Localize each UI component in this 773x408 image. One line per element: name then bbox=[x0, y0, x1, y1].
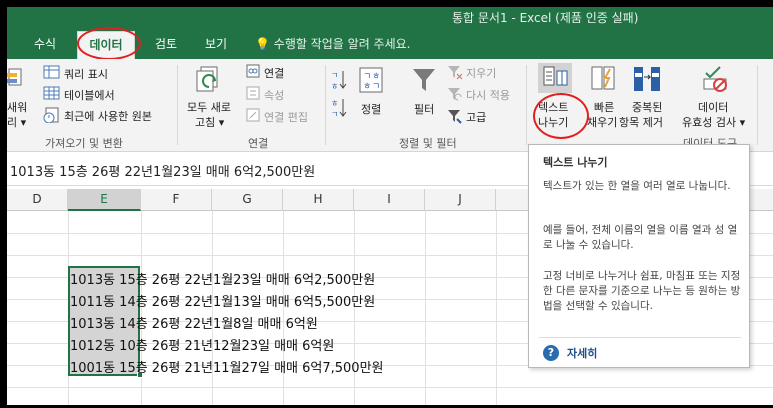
grid-line bbox=[496, 211, 497, 405]
show-queries-label: 쿼리 표시 bbox=[64, 68, 108, 81]
title-bar: 통합 문서1 - Excel (제품 인증 실패) 수식 데이터 검토 보기 💡… bbox=[7, 7, 773, 59]
column-header-e[interactable]: E bbox=[68, 189, 141, 211]
advanced-filter-icon bbox=[448, 110, 462, 124]
new-query-label-2: 리 ▾ bbox=[7, 116, 27, 129]
document-title: 통합 문서1 - Excel (제품 인증 실패) bbox=[452, 11, 639, 25]
data-validation-label-1: 데이터 bbox=[698, 101, 729, 114]
tooltip-details: 고정 너비로 나누거나 쉼표, 마침표 또는 지정한 다른 문자를 기준으로 나… bbox=[543, 270, 741, 312]
sort-az-icon: ㄱ ㅎ bbox=[331, 71, 347, 91]
formula-bar-content: 1013동 15층 26평 22년1월23일 매매 6억2,500만원 bbox=[10, 165, 316, 180]
cell-text[interactable]: 1013동 14층 26평 22년1월8일 매매 6억원 bbox=[70, 313, 318, 332]
edit-links-label: 연결 편집 bbox=[264, 111, 308, 124]
column-header-d[interactable]: D bbox=[7, 189, 68, 211]
flash-fill-label-2: 채우기 bbox=[587, 116, 618, 129]
table-icon bbox=[43, 65, 60, 79]
svg-text:ㄱ: ㄱ bbox=[331, 110, 338, 119]
new-query-label-1: 새워 bbox=[7, 101, 28, 114]
clear-filter-icon bbox=[448, 66, 463, 80]
table-grid-icon bbox=[43, 86, 60, 100]
reapply-label: 다시 적용 bbox=[466, 89, 510, 102]
sort-label: 정렬 bbox=[361, 103, 382, 116]
properties-label: 속성 bbox=[264, 89, 285, 102]
column-header-j[interactable]: J bbox=[425, 189, 496, 211]
tab-view[interactable]: 보기 bbox=[197, 31, 235, 59]
group-separator bbox=[177, 65, 178, 145]
lightbulb-icon: 💡 bbox=[255, 37, 270, 51]
group-label-sort-filter: 정렬 및 필터 bbox=[399, 137, 457, 150]
data-validation-label-2: 유효성 검사 ▾ bbox=[682, 116, 746, 129]
tab-data[interactable]: 데이터 bbox=[77, 31, 135, 59]
cell-text[interactable]: 1011동 14층 26평 22년1월13일 매매 6억5,500만원 bbox=[70, 291, 375, 310]
group-separator bbox=[757, 65, 758, 145]
tooltip-title: 텍스트 나누기 bbox=[543, 156, 608, 169]
group-separator bbox=[526, 65, 527, 145]
refresh-all-icon bbox=[196, 66, 218, 92]
from-table-label: 테이블에서 bbox=[64, 89, 115, 102]
tell-me-search[interactable]: 💡 수행할 작업을 알려 주세요. bbox=[255, 31, 410, 59]
svg-text:ㅎ: ㅎ bbox=[331, 82, 338, 91]
remove-duplicates-label-1: 중복된 bbox=[632, 101, 663, 114]
data-validation-icon bbox=[703, 66, 727, 92]
group-separator bbox=[325, 65, 326, 145]
svg-text:ㄱ: ㄱ bbox=[372, 82, 380, 92]
help-question-icon: ? bbox=[543, 345, 559, 361]
grid-line bbox=[7, 387, 773, 388]
recent-sources-icon bbox=[43, 107, 59, 123]
edit-links-icon bbox=[246, 108, 260, 122]
connections-icon bbox=[246, 64, 260, 78]
sort-dialog-icon: ㄱ ㅎ ㅎ ㄱ bbox=[359, 67, 383, 93]
group-label-get-transform: 가져오기 및 변환 bbox=[45, 137, 123, 150]
tooltip-example: 예를 들어, 전체 이름의 열을 이름 열과 성 열로 나눌 수 있습니다. bbox=[543, 224, 738, 251]
filter-label: 필터 bbox=[414, 103, 435, 116]
grid-line bbox=[425, 211, 426, 405]
tell-me-text: 수행할 작업을 알려 주세요. bbox=[273, 37, 411, 51]
remove-duplicates-icon bbox=[634, 67, 660, 91]
recent-sources-label: 최근에 사용한 원본 bbox=[64, 110, 152, 123]
connections-label: 연결 bbox=[264, 67, 285, 80]
svg-text:ㅎ: ㅎ bbox=[372, 72, 380, 82]
clear-label: 지우기 bbox=[466, 67, 497, 80]
cell-text[interactable]: 1012동 10층 26평 21년12월23일 매매 6억원 bbox=[70, 335, 334, 354]
text-to-columns-icon bbox=[538, 63, 572, 93]
filter-funnel-icon bbox=[413, 69, 435, 91]
tooltip-description: 텍스트가 있는 한 열을 여러 열로 나눕니다. bbox=[543, 180, 731, 192]
column-header-h[interactable]: H bbox=[283, 189, 354, 211]
cell-text[interactable]: 1001동 15층 26평 21년11월27일 매매 6억7,500만원 bbox=[70, 357, 384, 376]
new-query-icon bbox=[7, 68, 22, 86]
sort-za-icon: ㅎ ㄱ bbox=[331, 99, 347, 119]
screenshot-frame: 통합 문서1 - Excel (제품 인증 실패) 수식 데이터 검토 보기 💡… bbox=[0, 0, 773, 408]
reapply-icon bbox=[448, 88, 462, 101]
excel-window: 통합 문서1 - Excel (제품 인증 실패) 수식 데이터 검토 보기 💡… bbox=[7, 7, 773, 405]
tab-review[interactable]: 검토 bbox=[145, 31, 187, 59]
flash-fill-icon bbox=[591, 66, 615, 90]
tooltip-divider bbox=[539, 337, 741, 338]
group-label-connections: 연결 bbox=[248, 137, 269, 150]
svg-text:ㅎ: ㅎ bbox=[331, 99, 338, 108]
ribbon: 새워 리 ▾ 쿼리 표시 테이블에서 최근에 사용한 원본 가져오기 및 변환 … bbox=[7, 59, 773, 152]
column-header-i[interactable]: I bbox=[354, 189, 425, 211]
advanced-label: 고급 bbox=[466, 111, 487, 124]
refresh-all-label-1: 모두 새로 bbox=[187, 101, 231, 114]
cell-text[interactable]: 1013동 15층 26평 22년1월23일 매매 6억2,500만원 bbox=[70, 269, 375, 288]
text-to-columns-tooltip: 텍스트 나누기 텍스트가 있는 한 열을 여러 열로 나눕니다. 예를 들어, … bbox=[528, 144, 750, 368]
column-header-f[interactable]: F bbox=[141, 189, 212, 211]
properties-icon bbox=[246, 86, 260, 100]
svg-text:ㄱ: ㄱ bbox=[363, 72, 371, 82]
column-header-g[interactable]: G bbox=[212, 189, 283, 211]
svg-text:ㄱ: ㄱ bbox=[331, 71, 338, 80]
svg-text:ㅎ: ㅎ bbox=[363, 82, 371, 92]
text-to-columns-label-2: 나누기 bbox=[538, 116, 569, 129]
remove-duplicates-label-2: 항목 제거 bbox=[619, 116, 663, 129]
flash-fill-label-1: 빠른 bbox=[594, 101, 615, 114]
tab-formulas[interactable]: 수식 bbox=[25, 31, 65, 59]
tooltip-help-label: 자세히 bbox=[567, 347, 598, 360]
refresh-all-label-2: 고침 ▾ bbox=[195, 116, 225, 129]
text-to-columns-label-1: 텍스트 bbox=[538, 101, 569, 114]
